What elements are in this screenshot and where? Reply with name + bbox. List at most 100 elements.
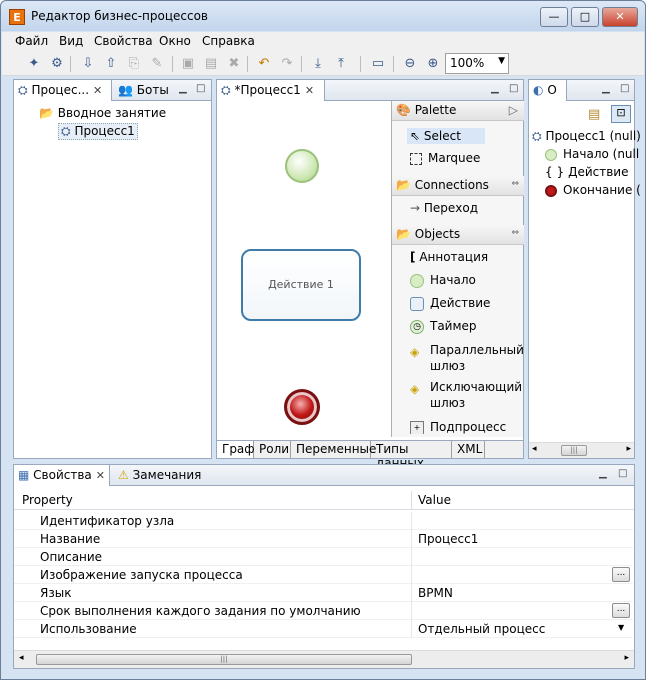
menu-help[interactable]: Справка — [202, 34, 255, 48]
show-outline-icon[interactable]: ⊡ — [611, 105, 631, 123]
table-row[interactable]: Идентификатор узла — [14, 512, 633, 530]
tree-item-process[interactable]: ⛭ Процесс1 — [58, 123, 138, 140]
import-icon[interactable]: ⇩ — [80, 56, 96, 72]
maximize-icon[interactable]: □ — [620, 83, 629, 94]
palette-annotation[interactable]: [ Аннотация — [410, 250, 488, 264]
maximize-button[interactable]: □ — [571, 7, 599, 27]
chevron-right-icon[interactable]: ▷ — [509, 103, 518, 117]
start-icon — [545, 148, 557, 161]
collapse-icon[interactable]: ⇔ — [511, 179, 519, 189]
connections-drawer[interactable]: 📂 Connections ⇔ — [392, 176, 524, 196]
close-icon[interactable]: ✕ — [93, 84, 102, 97]
zoom-value: 100% — [450, 56, 485, 70]
property-key: Идентификатор узла — [40, 514, 175, 528]
tab-outline[interactable]: ◐ O — [529, 80, 567, 101]
palette-marquee[interactable]: Marquee — [410, 151, 480, 165]
minimize-icon[interactable]: ▁ — [602, 83, 610, 94]
diagram-canvas[interactable]: Действие 1 — [217, 101, 391, 437]
tab-process1[interactable]: ⛭ *Процесс1 ✕ — [217, 80, 325, 101]
palette-exclusive-gateway[interactable]: ◈ Исключающий шлюз — [410, 379, 522, 411]
label-icon[interactable]: ▭ — [370, 56, 386, 72]
arrow-left-icon[interactable]: ◂ — [19, 653, 24, 663]
arrow-right-icon[interactable]: ▸ — [626, 444, 631, 454]
delete-icon[interactable]: ✖ — [226, 56, 242, 72]
maximize-icon[interactable]: □ — [509, 83, 518, 94]
outline-hscrollbar[interactable]: ◂ ||| ▸ — [529, 442, 634, 458]
end-event[interactable] — [284, 389, 320, 425]
palette-parallel-gateway[interactable]: ◈ Параллельный шлюз — [410, 342, 524, 374]
start-event[interactable] — [285, 149, 319, 183]
palette-header[interactable]: 🎨 Palette ▷ — [392, 101, 524, 121]
minimize-icon[interactable]: ▁ — [599, 468, 607, 479]
tab-datatypes[interactable]: Типы данных — [371, 441, 452, 470]
close-button[interactable]: ✕ — [602, 7, 638, 27]
maximize-icon[interactable]: □ — [618, 468, 627, 479]
outline-root[interactable]: ⛭ Процесс1 (null) — [532, 129, 641, 144]
table-row[interactable]: Использование Отдельный процесс ▼ — [14, 620, 633, 638]
tab-bots[interactable]: 👥 Боты — [114, 80, 174, 101]
deploy-icon[interactable]: ⤓ — [310, 56, 326, 72]
tab-warnings[interactable]: ⚠ Замечания — [114, 465, 206, 486]
zoom-in-icon[interactable]: ⊕ — [425, 56, 441, 72]
export-icon[interactable]: ⇧ — [103, 56, 119, 72]
tree-item-folder[interactable]: 📂 Вводное занятие — [39, 106, 166, 120]
save-icon[interactable]: ▣ — [180, 56, 196, 72]
menu-view[interactable]: Вид — [59, 34, 83, 48]
copy-process-icon[interactable]: ⎘ — [126, 56, 142, 72]
window-title: Редактор бизнес-процессов — [31, 9, 208, 23]
tab-properties[interactable]: ▦ Свойства ✕ — [14, 465, 110, 486]
palette-start[interactable]: Начало — [410, 273, 476, 288]
browse-button[interactable]: ... — [612, 567, 630, 582]
redo-icon[interactable]: ↷ — [279, 56, 295, 72]
task-node[interactable]: Действие 1 — [241, 249, 361, 321]
minimize-button[interactable]: — — [540, 7, 568, 27]
tab-graph[interactable]: Граф — [217, 441, 255, 458]
table-row[interactable]: Название Процесс1 — [14, 530, 633, 548]
tab-variables[interactable]: Переменные — [291, 441, 376, 458]
minimize-icon[interactable]: ▁ — [179, 83, 187, 94]
table-row[interactable]: Язык BPMN — [14, 584, 633, 602]
save-all-icon[interactable]: ▤ — [203, 56, 219, 72]
editor-tab-label: *Процесс1 — [234, 83, 301, 97]
menu-properties[interactable]: Свойства — [94, 34, 153, 48]
update-deploy-icon[interactable]: ⤒ — [333, 56, 349, 72]
table-row[interactable]: Изображение запуска процесса ... — [14, 566, 633, 584]
chevron-down-icon[interactable]: ▼ — [618, 623, 624, 632]
arrow-right-icon[interactable]: ▸ — [624, 653, 629, 663]
objects-drawer[interactable]: 📂 Objects ⇔ — [392, 225, 524, 245]
tab-xml[interactable]: XML — [452, 441, 485, 458]
close-icon[interactable]: ✕ — [96, 469, 105, 482]
maximize-icon[interactable]: □ — [196, 83, 205, 94]
scroll-thumb[interactable]: ||| — [561, 445, 587, 456]
browse-button[interactable]: ... — [612, 603, 630, 618]
palette-transition[interactable]: → Переход — [410, 201, 478, 215]
table-row[interactable]: Описание — [14, 548, 633, 566]
undo-icon[interactable]: ↶ — [256, 56, 272, 72]
minimize-icon[interactable]: ▁ — [491, 83, 499, 94]
new-bot-icon[interactable]: ⚙ — [49, 56, 65, 72]
palette-timer[interactable]: ◷ Таймер — [410, 319, 477, 334]
tree-process-label: Процесс1 — [74, 124, 135, 138]
properties-hscrollbar[interactable]: ◂ ||| ▸ — [14, 650, 634, 668]
menu-window[interactable]: Окно — [159, 34, 191, 48]
outline-item-task[interactable]: { } Действие — [545, 165, 629, 179]
show-tree-icon[interactable]: ▤ — [588, 107, 600, 122]
zoom-out-icon[interactable]: ⊖ — [402, 56, 418, 72]
outline-item-start[interactable]: Начало (null — [545, 147, 639, 161]
tab-processes[interactable]: ⛭ Процес... ✕ — [14, 80, 112, 101]
palette-timer-label: Таймер — [430, 319, 477, 333]
menu-file[interactable]: Файл — [15, 34, 48, 48]
outline-item-end[interactable]: Окончание ( — [545, 183, 641, 197]
zoom-select[interactable]: 100% ▼ — [445, 53, 509, 74]
scroll-thumb[interactable]: ||| — [36, 654, 412, 665]
table-row[interactable]: Срок выполнения каждого задания по умолч… — [14, 602, 633, 620]
tab-roles[interactable]: Роли — [254, 441, 291, 458]
arrow-left-icon[interactable]: ◂ — [532, 444, 537, 454]
palette-select[interactable]: ⇖ Select — [407, 128, 485, 144]
collapse-icon[interactable]: ⇔ — [511, 228, 519, 238]
palette-task[interactable]: Действие — [410, 296, 490, 311]
palette-subprocess[interactable]: + Подпроцесс — [410, 420, 506, 434]
close-icon[interactable]: ✕ — [305, 84, 314, 97]
edit-icon[interactable]: ✎ — [149, 56, 165, 72]
new-process-icon[interactable]: ✦ — [26, 56, 42, 72]
